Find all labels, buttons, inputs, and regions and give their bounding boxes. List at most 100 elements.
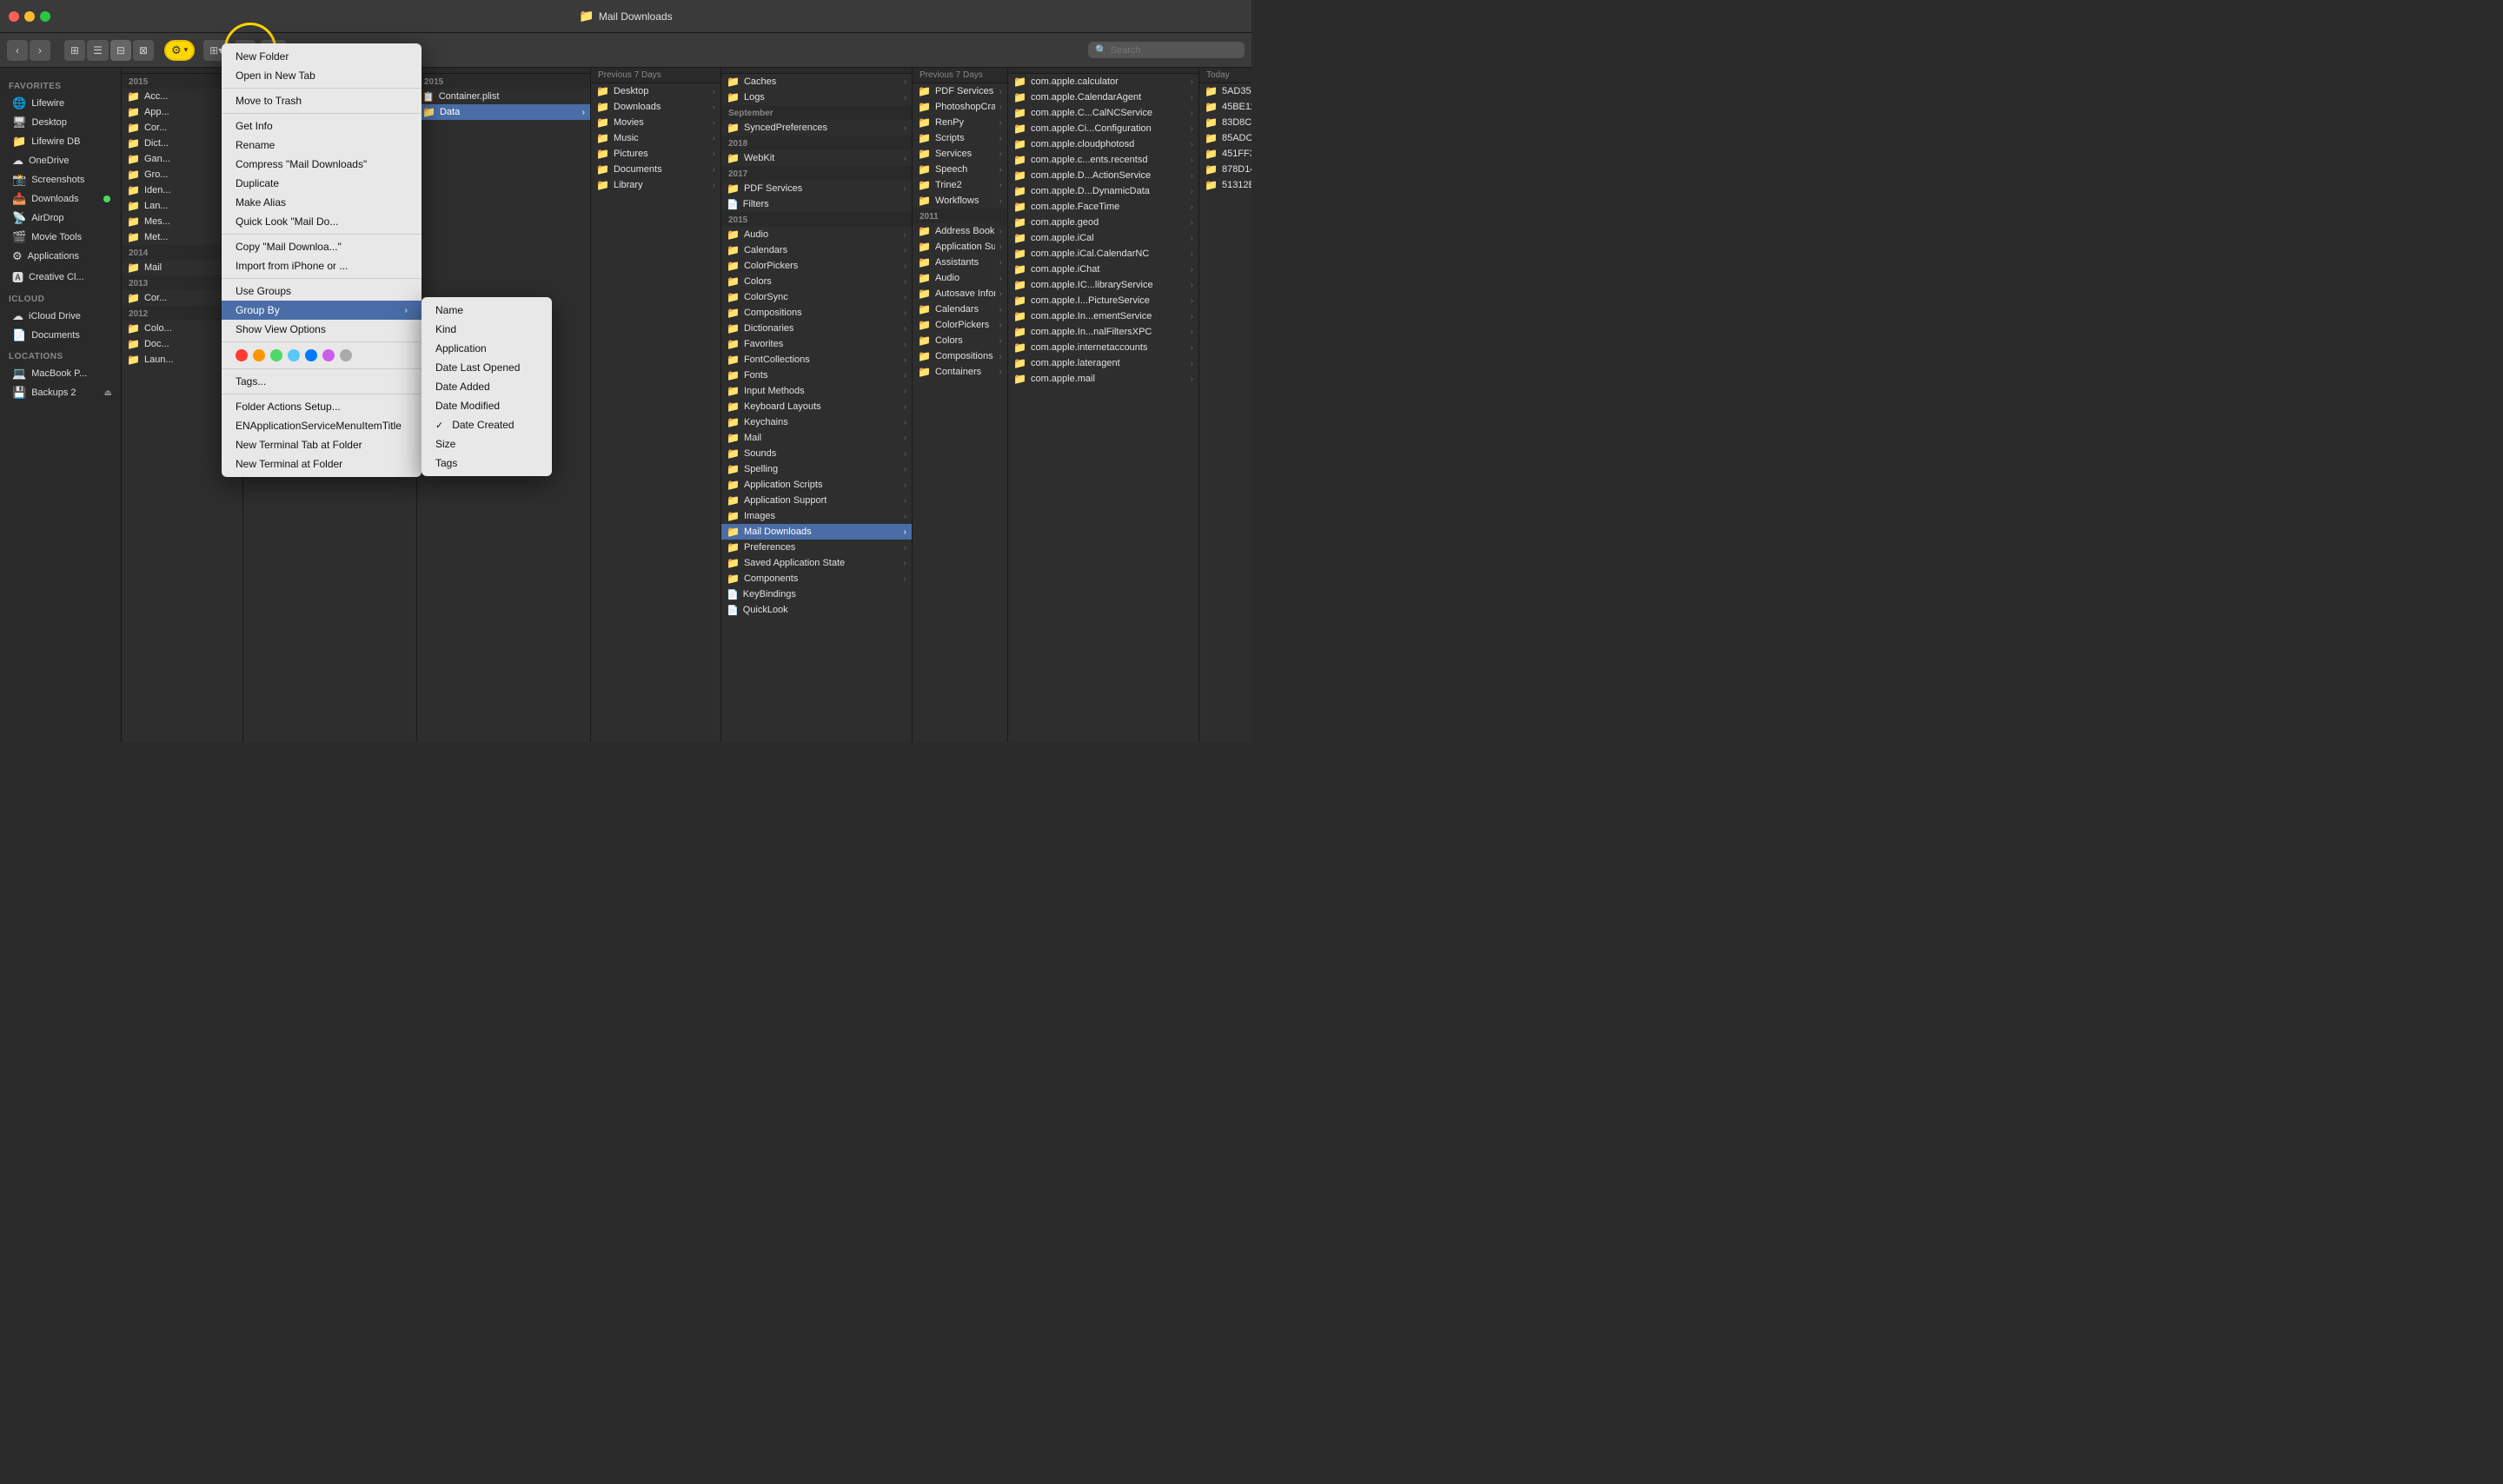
- ctx-open-new-tab[interactable]: Open in New Tab: [222, 66, 422, 85]
- list-item[interactable]: 📁Assistants›: [913, 255, 1007, 270]
- ctx-copy[interactable]: Copy "Mail Downloa...": [222, 237, 422, 256]
- list-item[interactable]: 📁Application Scripts›: [721, 477, 912, 493]
- list-item[interactable]: 📁Trine2›: [913, 177, 1007, 193]
- list-item[interactable]: 📁Containers›: [913, 364, 1007, 380]
- tag-blue[interactable]: [305, 349, 317, 361]
- list-item[interactable]: 📁com.apple.D...ActionService›: [1008, 168, 1198, 183]
- ctx-compress[interactable]: Compress "Mail Downloads": [222, 155, 422, 174]
- list-item[interactable]: 📁com.apple.iChat›: [1008, 262, 1198, 277]
- submenu-name[interactable]: Name: [422, 301, 552, 320]
- list-item[interactable]: 📁Compositions›: [913, 348, 1007, 364]
- sidebar-item-backups[interactable]: 💾 Backups 2 ⏏: [3, 383, 117, 402]
- submenu-application[interactable]: Application: [422, 339, 552, 358]
- ctx-make-alias[interactable]: Make Alias: [222, 193, 422, 212]
- gallery-view-button[interactable]: ⊠: [133, 40, 154, 61]
- list-item[interactable]: 📁com.apple.internetaccounts›: [1008, 340, 1198, 355]
- list-item[interactable]: 📁Dictionaries›: [721, 321, 912, 336]
- list-item[interactable]: 📁RenPy›: [913, 115, 1007, 130]
- tag-red[interactable]: [236, 349, 248, 361]
- list-item[interactable]: 📁com.apple.lateragent›: [1008, 355, 1198, 371]
- close-button[interactable]: [9, 11, 19, 22]
- list-item[interactable]: 📁Downloads›: [591, 99, 720, 115]
- list-item[interactable]: 📁PhotoshopCrashes›: [913, 99, 1007, 115]
- tag-purple[interactable]: [322, 349, 335, 361]
- sidebar-item-creativecl[interactable]: 🅰 Creative Cl...: [3, 266, 117, 288]
- list-item[interactable]: 📁Colors›: [913, 333, 1007, 348]
- list-item[interactable]: 📁com.apple.I...PictureService›: [1008, 293, 1198, 308]
- list-item[interactable]: 📁Autosave Information›: [913, 286, 1007, 301]
- minimize-button[interactable]: [24, 11, 35, 22]
- ctx-rename[interactable]: Rename: [222, 136, 422, 155]
- list-item[interactable]: 📁PDF Services›: [721, 181, 912, 196]
- list-item[interactable]: 📁com.apple.D...DynamicData›: [1008, 183, 1198, 199]
- list-item[interactable]: 📁SyncedPreferences›: [721, 120, 912, 136]
- back-button[interactable]: ‹: [7, 40, 28, 61]
- list-item[interactable]: 📁Services›: [913, 146, 1007, 162]
- list-item[interactable]: 📄QuickLook: [721, 602, 912, 618]
- maximize-button[interactable]: [40, 11, 50, 22]
- list-item[interactable]: 📁Colors›: [721, 274, 912, 289]
- ctx-get-info[interactable]: Get Info: [222, 116, 422, 136]
- list-item[interactable]: 📁451FF3F6-8...FD2E7743DF: [1199, 146, 1252, 162]
- list-item[interactable]: 📁FontCollections›: [721, 352, 912, 368]
- list-item[interactable]: 📁Audio›: [913, 270, 1007, 286]
- list-item[interactable]: 📁com.apple.mail›: [1008, 371, 1198, 387]
- tag-green[interactable]: [270, 349, 282, 361]
- list-item[interactable]: 📁Keyboard Layouts›: [721, 399, 912, 414]
- list-item[interactable]: 📁com.apple.CalendarAgent›: [1008, 89, 1198, 105]
- submenu-size[interactable]: Size: [422, 434, 552, 454]
- submenu-date-modified[interactable]: Date Modified: [422, 396, 552, 415]
- list-item[interactable]: 📁com.apple.iCal›: [1008, 230, 1198, 246]
- list-item[interactable]: 📁Components›: [721, 571, 912, 586]
- list-item[interactable]: 📁Movies›: [591, 115, 720, 130]
- sidebar-item-documents[interactable]: 📄 Documents: [3, 326, 117, 345]
- list-item[interactable]: 📁51312B05-...F5456CCC86: [1199, 177, 1252, 193]
- ctx-group-by[interactable]: Group By › Name Kind Application Date La…: [222, 301, 422, 320]
- list-item-mail-downloads[interactable]: 📁Mail Downloads›: [721, 524, 912, 540]
- eject-icon[interactable]: ⏏: [104, 388, 112, 398]
- column-view-button[interactable]: ⊟: [110, 40, 131, 61]
- list-item[interactable]: 📁Audio›: [721, 227, 912, 242]
- list-item[interactable]: 📁com.apple.calculator›: [1008, 74, 1198, 89]
- list-item[interactable]: 📁Data›: [417, 104, 590, 120]
- submenu-tags[interactable]: Tags: [422, 454, 552, 473]
- list-item[interactable]: 📁com.apple.C...CalNCService›: [1008, 105, 1198, 121]
- list-item[interactable]: 📁Music›: [591, 130, 720, 146]
- list-item[interactable]: 📁Speech›: [913, 162, 1007, 177]
- sidebar-item-onedrive[interactable]: ☁ OneDrive: [3, 151, 117, 170]
- list-item[interactable]: 📁878D1471-...2F83392316C: [1199, 162, 1252, 177]
- sidebar-item-macbook[interactable]: 💻 MacBook P...: [3, 364, 117, 383]
- ctx-quick-look[interactable]: Quick Look "Mail Do...: [222, 212, 422, 231]
- sidebar-item-applications[interactable]: ⚙ Applications: [3, 247, 117, 266]
- list-item[interactable]: 📁com.apple.c...ents.recentsd›: [1008, 152, 1198, 168]
- list-item[interactable]: 📁Application Support›: [721, 493, 912, 508]
- list-item[interactable]: 📁com.apple.iCal.CalendarNC›: [1008, 246, 1198, 262]
- list-item[interactable]: 📁Images›: [721, 508, 912, 524]
- ctx-en-application-service[interactable]: ENApplicationServiceMenuItemTitle: [222, 416, 422, 435]
- list-item[interactable]: 📁Logs›: [721, 89, 912, 105]
- list-item[interactable]: 📁com.apple.In...ementService›: [1008, 308, 1198, 324]
- list-item[interactable]: 📁5AD35466-...9022B37219: [1199, 83, 1252, 99]
- list-item[interactable]: 📁WebKit›: [721, 150, 912, 166]
- list-item[interactable]: 📁Favorites›: [721, 336, 912, 352]
- list-item[interactable]: 📁Workflows›: [913, 193, 1007, 209]
- list-item[interactable]: 📁Compositions›: [721, 305, 912, 321]
- ctx-new-folder[interactable]: New Folder: [222, 47, 422, 66]
- ctx-new-terminal-tab[interactable]: New Terminal Tab at Folder: [222, 435, 422, 454]
- list-item[interactable]: 📁Saved Application State›: [721, 555, 912, 571]
- ctx-duplicate[interactable]: Duplicate: [222, 174, 422, 193]
- list-item[interactable]: 📁Address Book Plug-Ins›: [913, 223, 1007, 239]
- list-item[interactable]: 📁Calendars›: [721, 242, 912, 258]
- list-item[interactable]: 📁Input Methods›: [721, 383, 912, 399]
- ctx-import[interactable]: Import from iPhone or ...: [222, 256, 422, 275]
- list-item[interactable]: 📁com.apple.IC...libraryService›: [1008, 277, 1198, 293]
- sidebar-item-desktop[interactable]: 🖥 Desktop: [3, 113, 117, 132]
- list-item[interactable]: 📁Scripts›: [913, 130, 1007, 146]
- submenu-date-last-opened[interactable]: Date Last Opened: [422, 358, 552, 377]
- list-item[interactable]: 📁Documents›: [591, 162, 720, 177]
- list-item[interactable]: 📁ColorPickers›: [913, 317, 1007, 333]
- list-item[interactable]: 📁83D8CBD0-...CA0F8287BA: [1199, 115, 1252, 130]
- ctx-use-groups[interactable]: Use Groups: [222, 282, 422, 301]
- gear-action-button[interactable]: ⚙ ▾: [164, 40, 195, 61]
- list-item[interactable]: 📁Spelling›: [721, 461, 912, 477]
